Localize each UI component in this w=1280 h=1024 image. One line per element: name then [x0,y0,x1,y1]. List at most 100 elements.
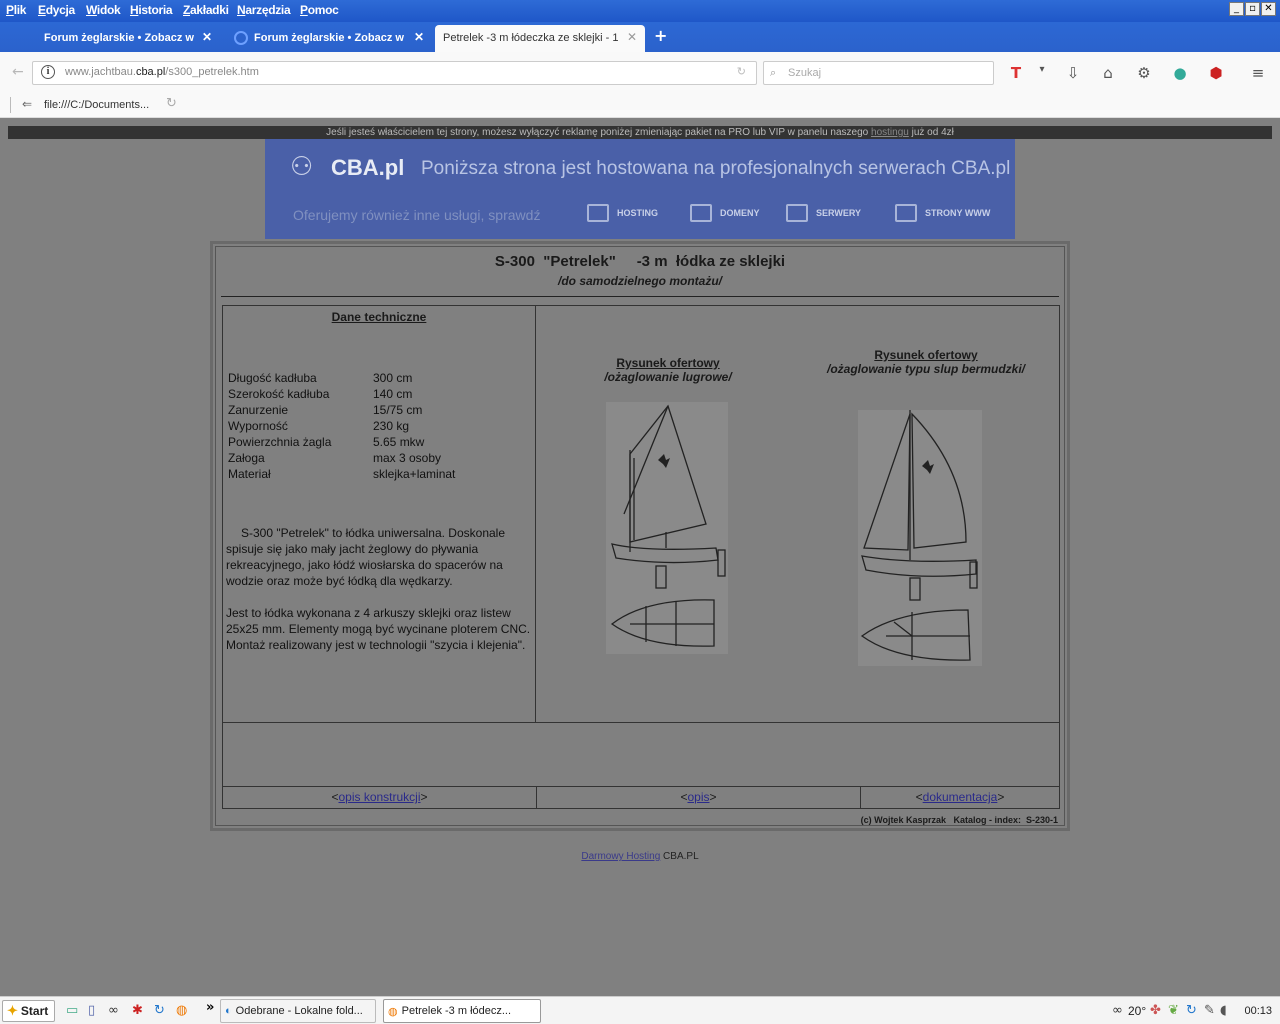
description-link[interactable]: opis [687,790,709,804]
menu-item-history[interactable]: Historia [130,3,173,17]
back-arrow-icon[interactable]: ← [12,64,24,80]
tab-strip: Forum żeglarskie • Zobacz wą... ✕ Forum … [0,22,1280,52]
restore-button[interactable]: ▫ [1245,2,1260,16]
glasses-icon[interactable]: ∞ [1112,1003,1123,1018]
menu-item-bookmarks[interactable]: Zakładki [183,3,229,17]
description-paragraph: S-300 "Petrelek" to łódka uniwersalna. D… [226,526,505,588]
spec-row: Zanurzenie 15/75 cm [228,403,423,417]
banner-nav-websites[interactable]: STRONY WWW [895,203,990,223]
hamburger-menu-icon[interactable]: ≡ [1248,64,1268,82]
spec-table: Długość kadłuba 300 cm Szerokość kadłuba 1… [228,371,455,483]
people-icon: ⚇ [290,152,314,182]
spec-row: Długość kadłuba 300 cm [228,371,413,385]
start-button[interactable]: ✦ Start [2,1000,56,1022]
spec-row: Załoga max 3 osoby [228,451,442,465]
free-hosting-link[interactable]: Darmowy Hosting [581,851,660,862]
banner-nav-servers[interactable]: SERWERY [786,203,861,223]
url-bar[interactable]: i www.jachtbau.cba.pl/s300_petrelek.htm … [32,61,757,85]
search-bar[interactable]: ⌕ Szukaj [763,61,994,85]
cba-banner[interactable]: ⚇ CBA.pl Poniższa strona jest hostowana … [265,139,1015,239]
refresh-icon[interactable]: ↻ [166,96,177,111]
url-text: www.jachtbau.cba.pl/s300_petrelek.htm [65,66,259,78]
task-firefox[interactable]: ◍ Petrelek -3 m łódecz... [383,999,541,1023]
adblock-icon[interactable]: ⬢ [1206,64,1226,82]
tech-data-panel: Dane techniczne Długość kadłuba 300 cm Sz… [222,305,536,723]
info-icon[interactable]: i [41,65,55,79]
search-icon: ⌕ [770,66,777,79]
divider [221,296,1059,297]
shield-icon[interactable]: ● [1170,64,1190,82]
menu-item-view[interactable]: Widok [86,3,121,17]
minimize-button[interactable]: _ [1229,2,1244,16]
mail-icon: ◐ [225,1005,232,1017]
arrow-icon: ⇐ [22,97,33,111]
bookmark-bar: ⇐ file:///C:/Documents... ↻ [0,92,1280,118]
nav-cell-description: <opis> [537,787,861,808]
network-icon[interactable]: ✤ [1150,1003,1161,1018]
construction-link[interactable]: opis konstrukcji [338,790,420,804]
menu-item-help[interactable]: Pomoc [300,3,339,17]
sync-icon[interactable]: ↻ [154,1003,165,1018]
tab-forum-1[interactable]: Forum żeglarskie • Zobacz wą... ✕ [16,25,220,52]
new-tab-button[interactable]: + [654,26,667,45]
bookmark-item[interactable]: file:///C:/Documents... [44,99,149,111]
leaf-icon[interactable]: ❦ [1168,1003,1179,1018]
extension-icon[interactable]: T [1006,64,1026,82]
spec-row: Szerokość kadłuba 140 cm [228,387,413,401]
desktop-icon[interactable]: ▭ [66,1003,78,1018]
documentation-link[interactable]: dokumentacja [923,790,998,804]
browser-icon [895,204,917,222]
close-button[interactable]: ✕ [1261,2,1276,16]
copyright: (c) Wojtek Kasprzak Katalog - index: S-2… [860,815,1058,825]
speaker-icon[interactable]: ◖ [1220,1003,1227,1018]
window-controls: _ ▫ ✕ [1229,2,1276,16]
chevron-down-icon[interactable]: ▾ [1032,64,1052,75]
navigation-bar: ← i www.jachtbau.cba.pl/s300_petrelek.ht… [0,52,1280,92]
page-title: S-300 "Petrelek" -3 m łódka ze sklejki [494,253,786,270]
chevron-right-icon[interactable]: » [206,1000,214,1015]
bermuda-sloop-boat-drawing [858,410,982,666]
spec-row: Materiał sklejka+laminat [228,467,456,481]
pen-icon[interactable]: ✎ [1204,1003,1215,1018]
tab-title: Petrelek -3 m łódeczka ze sklejki - 1 [443,32,618,44]
spec-row: Powierzchnia żagla 5.65 mkw [228,435,425,449]
firefox-icon: ◍ [388,1005,398,1018]
star-icon[interactable]: ✱ [132,1003,143,1018]
ad-notice: Jeśli jesteś właścicielem tej strony, mo… [8,126,1272,139]
refresh-icon[interactable]: ↻ [1186,1003,1197,1018]
tab-close-icon[interactable]: ✕ [414,30,424,44]
windows-logo-icon: ✦ [7,1003,18,1018]
tech-heading: Dane techniczne [331,310,427,324]
download-icon[interactable]: ⇩ [1063,64,1083,82]
clock: 00:13 [1244,1005,1272,1017]
reload-icon[interactable]: ↻ [737,65,746,78]
banner-nav-domains[interactable]: DOMENY [690,203,760,223]
temperature: 20° [1128,1004,1147,1018]
lug-rig-boat-drawing [606,402,728,654]
page-nav-row: <opis konstrukcji> <opis> <dokumentacja> [222,787,1060,809]
menu-item-tools[interactable]: Narzędzia [237,3,291,17]
taskbar: ✦ Start ▭ ▯ ∞ ✱ ↻ ◍ » ◐ Odebrane - Lokal… [0,996,1280,1024]
tab-close-icon[interactable]: ✕ [202,30,212,44]
boat-info-inner: S-300 "Petrelek" -3 m łódka ze sklejki /… [215,246,1065,826]
menu-item-edit[interactable]: Edycja [38,3,75,17]
gear-icon[interactable]: ⚙ [1134,64,1154,82]
nav-cell-construction: <opis konstrukcji> [223,787,537,808]
boat-info-frame: S-300 "Petrelek" -3 m łódka ze sklejki /… [210,241,1070,831]
banner-nav-hosting[interactable]: HOSTING [587,203,658,223]
globe-icon [234,31,248,45]
glasses-icon[interactable]: ∞ [108,1003,119,1018]
task-thunderbird[interactable]: ◐ Odebrane - Lokalne fold... [220,999,376,1023]
hosting-link[interactable]: hostingu [871,127,909,138]
window-icon [690,204,712,222]
menu-item-file[interactable]: Plik [6,3,26,17]
banner-headline: Poniższa strona jest hostowana na profes… [421,158,1011,179]
tab-forum-2[interactable]: Forum żeglarskie • Zobacz wą... ✕ [228,25,432,52]
firefox-icon[interactable]: ◍ [176,1003,187,1018]
tab-close-icon[interactable]: ✕ [627,30,637,44]
home-icon[interactable]: ⌂ [1098,64,1118,82]
drawings-panel: Rysunek ofertowy /ożaglowanie lugrowe/ R… [536,305,1060,723]
tab-petrelek[interactable]: Petrelek -3 m łódeczka ze sklejki - 1 ✕ [435,25,645,52]
folder-icon[interactable]: ▯ [88,1003,95,1018]
spec-row: Wyporność 230 kg [228,419,410,433]
